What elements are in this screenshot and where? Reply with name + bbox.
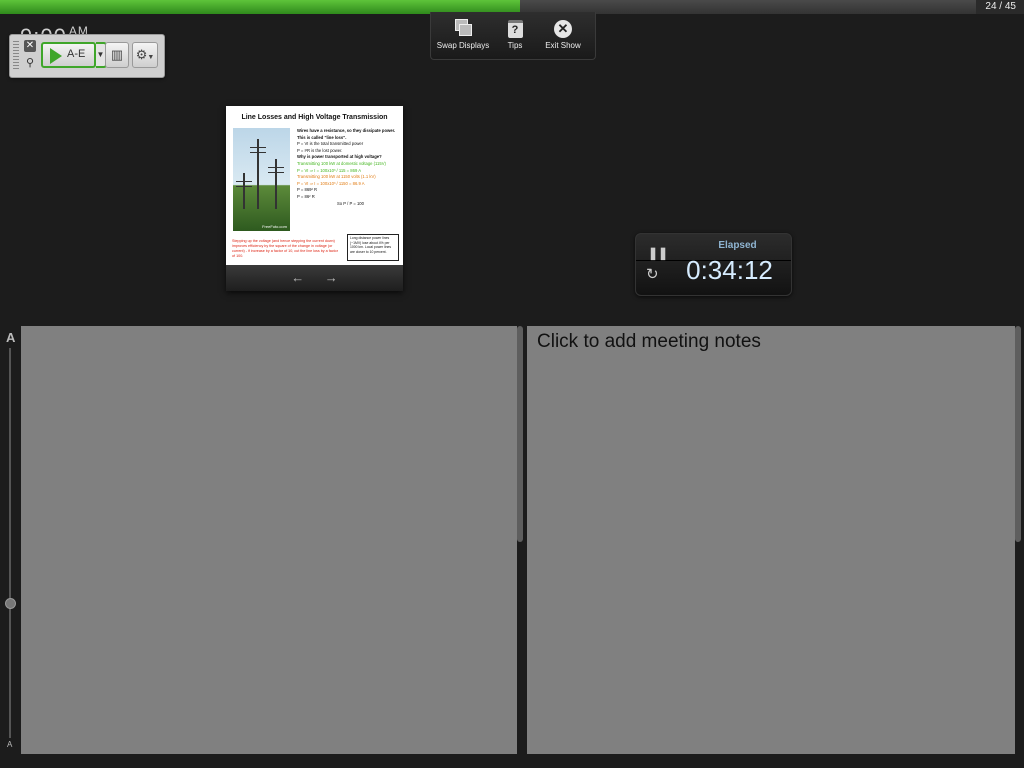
meeting-notes-placeholder[interactable]: Click to add meeting notes (537, 331, 761, 353)
exit-show-label: Exit Show (545, 41, 581, 50)
gear-icon: ⚙ (135, 47, 148, 62)
font-size-small-label: A (7, 740, 13, 749)
slide-box-note: Long distance power lines (~1MV) lose ab… (347, 234, 399, 261)
swap-displays-icon (435, 19, 491, 39)
slide-line: Transmitting 100 kW at 1150 volts (1.1 k… (297, 174, 376, 180)
presenter-toolbar: ✕ ⚲ A-E ▼ ▥ ⚙▼ (9, 34, 165, 78)
exit-icon: ✕ (535, 19, 591, 39)
slide-line: So P / P = 100 (337, 200, 364, 206)
photo-credit: FreeFoto.com (262, 224, 287, 229)
pin-icon[interactable]: ⚲ (24, 57, 36, 69)
font-size-large-label: A (6, 330, 16, 345)
swap-displays-label: Swap Displays (436, 41, 490, 50)
slider-knob[interactable] (5, 597, 16, 609)
slide-body: Wires have a resistance, so they dissipa… (297, 128, 401, 207)
elapsed-timer: ❚❚ ↻ Elapsed 0:34:12 (635, 233, 792, 296)
play-button[interactable]: A-E (41, 42, 96, 68)
slide-line: Wires have a resistance, so they dissipa… (297, 128, 396, 140)
play-label: A-E (67, 48, 86, 60)
slide-line: P = VI ⇒ I = 100x10³ / 1150 = 86.9 A (297, 180, 365, 186)
slide-line: Transmitting 100 kW at domestic voltage … (297, 160, 386, 166)
toolbar-drag-handle[interactable] (13, 41, 19, 69)
slide-line: P = I²R is the lost power. (297, 147, 343, 153)
slide-title: Line Losses and High Voltage Transmissio… (241, 114, 388, 121)
font-size-slider[interactable]: A A (0, 326, 20, 754)
timer-label: Elapsed (718, 240, 757, 251)
top-menu: Swap Displays ? Tips ✕ Exit Show (430, 12, 596, 60)
meeting-notes-pane[interactable]: Click to add meeting notes (527, 326, 1015, 754)
previous-slide-arrow-icon[interactable]: ← (291, 270, 304, 285)
presenter-notes-pane[interactable] (21, 326, 517, 754)
exit-show-button[interactable]: ✕ Exit Show (535, 12, 591, 59)
chevron-down-icon: ▼ (96, 50, 105, 59)
timer-value: 0:34:12 (686, 255, 773, 285)
next-slide-arrow-icon[interactable]: → (325, 270, 338, 285)
chevron-down-icon: ▼ (147, 54, 155, 61)
slide-line: P = 86² R (297, 193, 315, 199)
current-slide[interactable]: Line Losses and High Voltage Transmissio… (226, 106, 403, 265)
slide-line: Why is power transported at high voltage… (297, 154, 382, 160)
slider-track[interactable] (9, 348, 11, 738)
slide-line: P = VI ⇒ I = 100x10³ / 115 = 869 A (297, 167, 362, 173)
slide-line: P = VI is the total transmitted power (297, 141, 364, 147)
bar-chart-icon: ▥ (110, 47, 124, 62)
swap-displays-button[interactable]: Swap Displays (435, 12, 491, 59)
settings-button[interactable]: ⚙▼ (132, 42, 158, 68)
current-slide-panel: Line Losses and High Voltage Transmissio… (226, 106, 403, 291)
reset-icon[interactable]: ↻ (646, 265, 659, 283)
slide-sorter-button[interactable]: ▥ (105, 42, 129, 68)
close-icon[interactable]: ✕ (24, 40, 36, 52)
pause-icon[interactable]: ❚❚ (648, 246, 668, 260)
tower-graphic (236, 173, 252, 209)
slide-red-note: Stepping up the voltage (and hence stepp… (232, 239, 338, 258)
meeting-notes-scrollbar[interactable] (1015, 326, 1021, 542)
play-icon (50, 48, 62, 64)
slide-line: P = 869² R (297, 187, 318, 193)
notes-pane-scrollbar[interactable] (517, 326, 523, 542)
slide-navigation: ← → (226, 265, 403, 291)
power-lines-photo: FreeFoto.com (233, 128, 290, 231)
slide-counter: 24 / 45 (985, 1, 1016, 12)
tower-graphic (268, 159, 284, 209)
tower-graphic (250, 139, 266, 209)
